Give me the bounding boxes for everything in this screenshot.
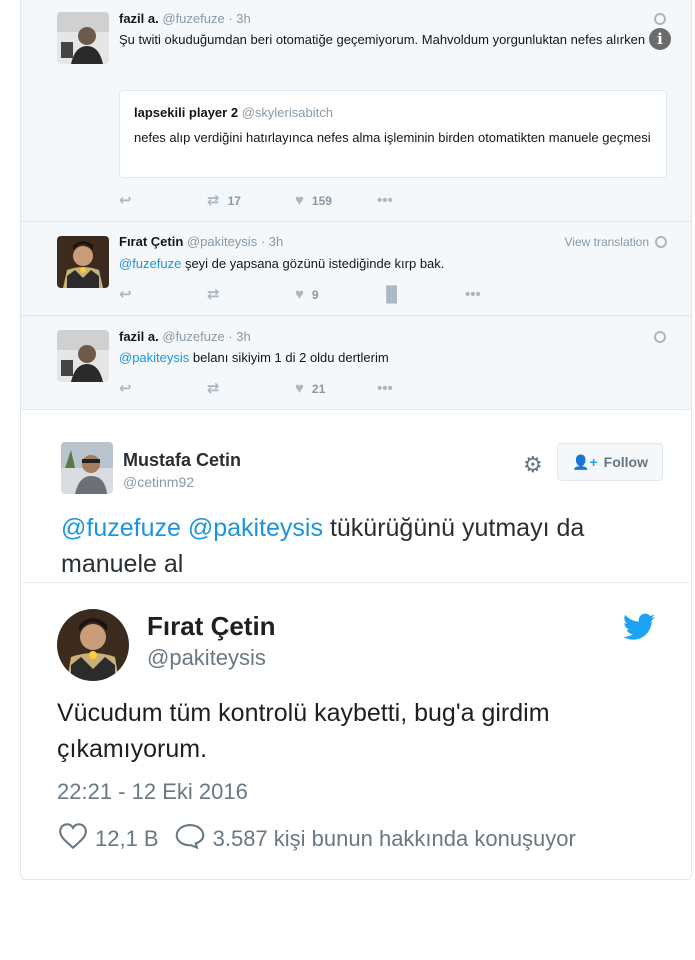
tweet-actions: ↩ ⇄ ♥ 21 ••• (119, 380, 679, 398)
heart-icon (59, 823, 87, 855)
more-icon: ••• (465, 286, 481, 303)
like-count: 9 (311, 288, 319, 302)
display-name[interactable]: fazil a. (119, 11, 159, 26)
tweet-firat-1[interactable]: Fırat Çetin @pakiteysis · 3h View transl… (21, 222, 691, 316)
like-count: 159 (311, 194, 332, 208)
view-translation-label: View translation (564, 235, 650, 249)
timestamp[interactable]: · 3h (261, 234, 283, 249)
tweet-text: Şu twiti okuduğumdan beri otomatiğe geçe… (119, 32, 646, 47)
comment-icon (175, 823, 205, 855)
screen-name[interactable]: @fuzefuze (162, 329, 224, 344)
tweet-fazil-1[interactable]: fazil a. @fuzefuze · 3h i Şu twiti okudu… (21, 0, 691, 222)
mention-link[interactable]: @fuzefuze (61, 514, 181, 542)
quoted-screen-name: @skylerisabitch (241, 105, 333, 120)
follow-icon: 👤+ (572, 453, 598, 470)
tweet-text: @fuzefuze @pakiteysis tükürüğünü yutmayı… (61, 510, 681, 582)
like-button[interactable]: 12,1 B (59, 823, 159, 855)
retweet-count: 17 (227, 194, 241, 208)
tweet-header: fazil a. @fuzefuze · 3h (119, 11, 251, 26)
tweet-text-body: belanı sikiyim 1 di 2 oldu dertlerim (189, 350, 389, 365)
timestamp[interactable]: · 3h (228, 11, 250, 26)
like-icon: ♥ (295, 286, 304, 303)
mention-link[interactable]: @pakiteysis (119, 350, 189, 365)
screen-name[interactable]: @pakiteysis (187, 234, 257, 249)
reply-icon: ↩ (119, 192, 132, 209)
globe-icon (654, 13, 666, 25)
more-button[interactable]: ••• (465, 286, 481, 304)
reply-icon: ↩ (119, 380, 132, 397)
quoted-text: nefes alıp verdiğini hatırlayınca nefes … (134, 130, 651, 145)
info-icon[interactable]: i (649, 28, 671, 50)
follow-button[interactable]: 👤+ Follow (557, 443, 663, 481)
tweet-text: @fuzefuze şeyi de yapsana gözünü istediğ… (119, 254, 659, 274)
like-button[interactable]: ♥ 9 (295, 286, 319, 304)
tweet-header: Fırat Çetin @pakiteysis · 3h (119, 234, 283, 249)
tweet-text: @pakiteysis belanı sikiyim 1 di 2 oldu d… (119, 348, 659, 368)
follow-label: Follow (603, 454, 648, 470)
like-button[interactable]: ♥ 21 (295, 380, 325, 398)
mention-link[interactable]: @pakiteysis (188, 514, 323, 542)
reply-button[interactable]: ↩ (119, 192, 132, 210)
like-button[interactable]: ♥ 159 (295, 192, 332, 210)
like-count: 12,1 B (95, 826, 159, 851)
avatar[interactable] (57, 609, 129, 681)
display-name[interactable]: Fırat Çetin (119, 234, 183, 249)
display-name[interactable]: fazil a. (119, 329, 159, 344)
reply-button[interactable]: ↩ (119, 286, 132, 304)
conversation-link[interactable]: 3.587 kişi bunun hakkında konuşuyor (175, 823, 576, 855)
gear-icon[interactable]: ⚙ (523, 454, 543, 476)
retweet-button[interactable]: ⇄ 17 (207, 192, 241, 210)
quoted-tweet[interactable]: lapsekili player 2 @skylerisabitch nefes… (119, 90, 667, 178)
display-name[interactable]: Fırat Çetin (147, 611, 276, 642)
tweet-text-body: şeyi de yapsana gözünü istediğinde kırp … (181, 256, 445, 271)
avatar[interactable] (57, 330, 109, 382)
screen-name[interactable]: @pakiteysis (147, 645, 266, 671)
avatar[interactable] (57, 12, 109, 64)
screen-name[interactable]: @fuzefuze (162, 11, 224, 26)
avatar[interactable] (57, 236, 109, 288)
retweet-icon: ⇄ (207, 380, 220, 397)
timestamp[interactable]: · 3h (228, 329, 250, 344)
like-icon: ♥ (295, 380, 304, 397)
reply-icon: ↩ (119, 286, 132, 303)
conversation-thread: fazil a. @fuzefuze · 3h i Şu twiti okudu… (20, 0, 692, 410)
view-translation-link[interactable]: View translation (564, 235, 667, 249)
globe-icon (655, 236, 667, 248)
like-count: 21 (311, 382, 326, 396)
tweet-header: fazil a. @fuzefuze · 3h (119, 329, 251, 344)
retweet-button[interactable]: ⇄ (207, 380, 220, 398)
more-icon: ••• (377, 380, 393, 397)
conversation-count: 3.587 kişi bunun hakkında konuşuyor (212, 826, 576, 851)
reply-button[interactable]: ↩ (119, 380, 132, 398)
retweet-button[interactable]: ⇄ (207, 286, 220, 304)
tweet-footer: 12,1 B 3.587 kişi bunun hakkında konuşuy… (59, 823, 576, 855)
tweet-actions: ↩ ⇄ 17 ♥ 159 ••• (119, 192, 679, 210)
analytics-icon: ▐▌ (381, 286, 403, 303)
avatar[interactable] (61, 442, 113, 494)
analytics-button[interactable]: ▐▌ (381, 286, 402, 304)
display-name[interactable]: Mustafa Cetin (123, 450, 241, 471)
globe-icon (654, 331, 666, 343)
reply-tweet[interactable]: Mustafa Cetin @cetinm92 ⚙ 👤+ Follow @fuz… (20, 410, 692, 582)
retweet-icon: ⇄ (207, 286, 220, 303)
more-icon: ••• (377, 192, 393, 209)
like-icon: ♥ (295, 192, 304, 209)
retweet-icon: ⇄ (207, 192, 220, 209)
embedded-tweet[interactable]: Fırat Çetin @pakiteysis Vücudum tüm kont… (20, 582, 692, 880)
tweet-actions: ↩ ⇄ ♥ 9 ▐▌ ••• (119, 286, 679, 304)
quoted-display-name: lapsekili player 2 (134, 105, 239, 120)
tweet-text: Vücudum tüm kontrolü kaybetti, bug'a gir… (57, 699, 550, 763)
more-button[interactable]: ••• (377, 380, 393, 398)
tweet-datetime[interactable]: 22:21 - 12 Eki 2016 (57, 779, 248, 805)
tweet-fazil-2[interactable]: fazil a. @fuzefuze · 3h @pakiteysis bela… (21, 316, 691, 410)
screen-name[interactable]: @cetinm92 (123, 474, 194, 490)
mention-link[interactable]: @fuzefuze (119, 256, 181, 271)
more-button[interactable]: ••• (377, 192, 393, 210)
twitter-bird-icon[interactable] (623, 613, 655, 646)
